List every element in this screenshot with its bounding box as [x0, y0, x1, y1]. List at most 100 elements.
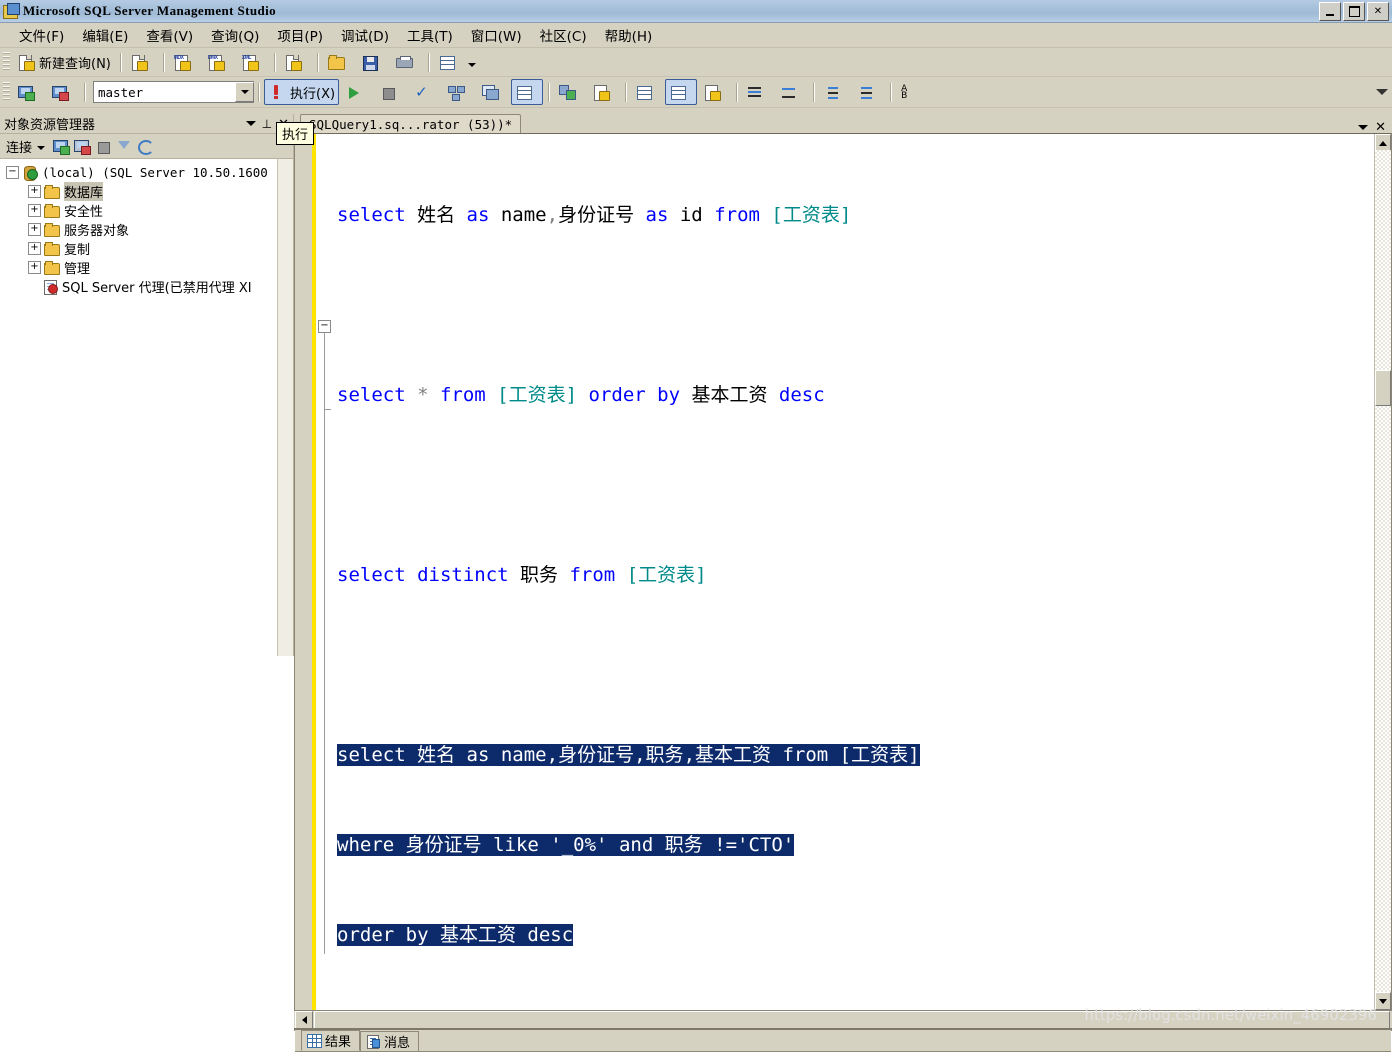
activity-monitor-button[interactable]: [434, 49, 466, 75]
results-to-text-button[interactable]: [588, 79, 620, 105]
results-to-file-button[interactable]: [699, 79, 731, 105]
connect-chevron-down-icon[interactable]: [37, 146, 46, 150]
sort-az-button[interactable]: A B: [896, 79, 928, 105]
tree-node-replication[interactable]: + 复制: [0, 239, 293, 258]
uncomment-lines-button[interactable]: [776, 79, 808, 105]
debug-run-icon: [345, 84, 363, 101]
database-combobox-input[interactable]: [94, 83, 225, 101]
menu-view[interactable]: 查看(V): [137, 22, 202, 48]
code-fold-margin[interactable]: −: [316, 134, 333, 1010]
stop-icon[interactable]: [94, 138, 112, 155]
panel-menu-chevron-down-icon[interactable]: [245, 121, 256, 126]
menu-window[interactable]: 窗口(W): [462, 22, 531, 48]
filter-icon[interactable]: [115, 138, 133, 155]
chevron-down-icon[interactable]: [235, 82, 254, 102]
decrease-indent-button[interactable]: [819, 79, 851, 105]
expander-icon[interactable]: +: [28, 185, 41, 198]
editor-vertical-scrollbar[interactable]: [1374, 134, 1391, 1010]
query-options-button[interactable]: [477, 79, 509, 105]
new-compact-query-button[interactable]: [280, 49, 312, 75]
close-button[interactable]: ✕: [1367, 2, 1389, 21]
selection-margin[interactable]: [295, 134, 312, 1010]
debug-run-button[interactable]: [341, 79, 373, 105]
expander-icon[interactable]: −: [6, 166, 19, 179]
include-actual-plan-button[interactable]: [511, 79, 544, 105]
display-estimated-plan-button[interactable]: [443, 79, 475, 105]
include-client-statistics-button[interactable]: [554, 79, 586, 105]
refresh-icon[interactable]: [136, 138, 155, 155]
standard-toolbar: 新建查询(N) MDX DMX XML: [0, 48, 1392, 77]
disconnect-button[interactable]: [47, 79, 79, 105]
toolbar-overflow-button[interactable]: [467, 52, 478, 72]
minimize-button[interactable]: [1319, 2, 1341, 21]
expander-icon[interactable]: +: [28, 223, 41, 236]
toolbar-grip[interactable]: [3, 52, 10, 72]
execute-button[interactable]: 执行(X): [264, 79, 340, 105]
connect-icon[interactable]: [52, 138, 71, 155]
menu-debug[interactable]: 调试(D): [332, 22, 398, 48]
tree-node-label: 数据库: [64, 182, 104, 201]
menu-query[interactable]: 查询(Q): [202, 22, 268, 48]
results-to-grid-button[interactable]: [631, 79, 663, 105]
menu-community[interactable]: 社区(C): [531, 22, 596, 48]
parse-button[interactable]: ✓: [409, 79, 441, 105]
scrollbar-thumb[interactable]: [1375, 370, 1391, 406]
new-sql-server-compact-query-icon: [284, 54, 302, 71]
expander-icon[interactable]: +: [28, 242, 41, 255]
agent-icon: [42, 279, 58, 295]
collapse-region-button[interactable]: −: [318, 320, 331, 333]
tree-node-sql-server-agent[interactable]: SQL Server 代理(已禁用代理 XI: [0, 277, 293, 296]
expander-icon[interactable]: +: [28, 204, 41, 217]
tree-node-server[interactable]: − (local) (SQL Server 10.50.1600: [0, 163, 293, 182]
new-query-button[interactable]: 新建查询(N): [13, 49, 115, 75]
tree-node-management[interactable]: + 管理: [0, 258, 293, 277]
window-title: Microsoft SQL Server Management Studio: [23, 3, 277, 18]
pin-icon[interactable]: ⊥: [262, 118, 272, 130]
print-button[interactable]: [391, 49, 423, 75]
scroll-left-button[interactable]: [295, 1010, 313, 1029]
expander-icon[interactable]: +: [28, 261, 41, 274]
comment-lines-button[interactable]: [742, 79, 774, 105]
new-database-engine-query-button[interactable]: [126, 49, 158, 75]
toolbar-grip[interactable]: [3, 82, 10, 102]
open-file-button[interactable]: [323, 49, 355, 75]
menu-project[interactable]: 项目(P): [268, 22, 332, 48]
decrease-indent-icon: [823, 84, 841, 101]
new-mdx-query-button[interactable]: MDX: [169, 49, 201, 75]
menu-file[interactable]: 文件(F): [10, 22, 73, 48]
tree-node-databases[interactable]: + 数据库: [0, 182, 293, 201]
menu-tools[interactable]: 工具(T): [398, 22, 462, 48]
connect-menu-label[interactable]: 连接: [6, 137, 32, 156]
sql-code-content[interactable]: select 姓名 as name,身份证号 as id from [工资表] …: [333, 134, 1374, 1010]
tab-list-chevron-down-icon[interactable]: [1358, 124, 1369, 130]
close-document-icon[interactable]: ✕: [1375, 120, 1386, 133]
code-line-5: select distinct 职务 from [工资表]: [337, 564, 707, 586]
scroll-down-button[interactable]: [1375, 992, 1391, 1010]
tab-sqlquery1[interactable]: SQLQuery1.sq...rator (53))*: [300, 114, 522, 133]
results-to-grid-active-button[interactable]: [665, 79, 698, 105]
new-analysis-services-mdx-query-icon: MDX: [173, 54, 191, 71]
parse-check-icon: ✓: [415, 83, 428, 101]
toolbar-overflow-button-2[interactable]: [1376, 89, 1388, 95]
tree-node-server-objects[interactable]: + 服务器对象: [0, 220, 293, 239]
sql-editor[interactable]: − select 姓名 as name,身份证号 as id from [工资表…: [294, 133, 1392, 1011]
increase-indent-button[interactable]: [853, 79, 885, 105]
tab-messages[interactable]: 消息: [360, 1031, 420, 1051]
connect-button[interactable]: [13, 79, 45, 105]
stop-button[interactable]: [375, 79, 407, 105]
menu-edit[interactable]: 编辑(E): [73, 22, 137, 48]
tab-results[interactable]: 结果: [301, 1030, 361, 1051]
new-xmla-query-button[interactable]: XML: [237, 49, 269, 75]
maximize-button[interactable]: [1343, 2, 1365, 21]
scrollbar-track[interactable]: [1375, 150, 1391, 994]
object-explorer-scrollbar[interactable]: [277, 159, 293, 656]
tree-node-security[interactable]: + 安全性: [0, 201, 293, 220]
database-combobox[interactable]: [93, 81, 254, 103]
results-to-grid-icon: [635, 84, 653, 101]
new-dmx-query-button[interactable]: DMX: [203, 49, 235, 75]
save-button[interactable]: [357, 49, 389, 75]
connect-icon: [17, 84, 35, 101]
toolbar-separator: [273, 52, 275, 72]
disconnect-icon[interactable]: [73, 138, 92, 155]
menu-help[interactable]: 帮助(H): [596, 22, 662, 48]
